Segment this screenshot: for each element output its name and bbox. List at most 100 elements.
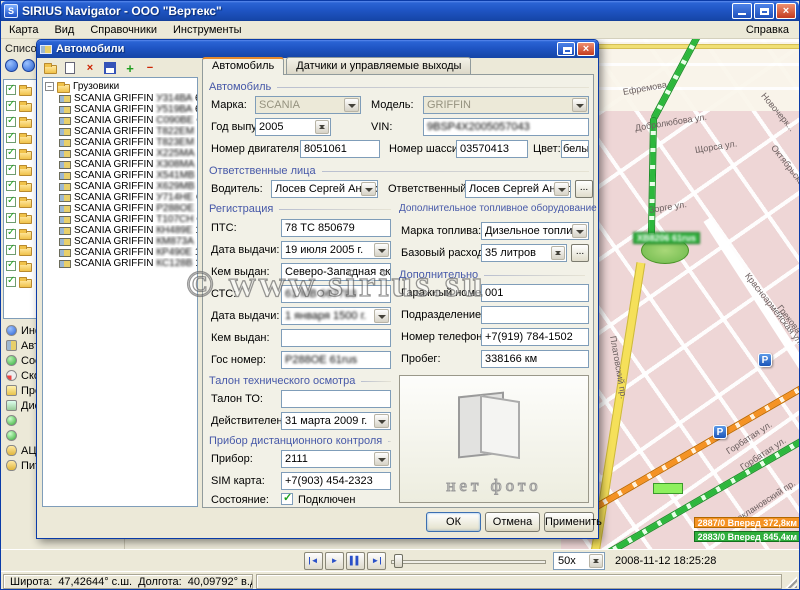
garage-field[interactable]: 001 xyxy=(481,284,589,302)
vehicle-tab-page: Автомобиль Марка: SCANIA Модель: GRIFFIN… xyxy=(202,74,594,508)
spinner-icon[interactable] xyxy=(315,120,329,134)
menu-item-3[interactable]: Инструменты xyxy=(165,22,250,38)
menu-item-0[interactable]: Карта xyxy=(1,22,46,38)
pts-issuer-field[interactable]: Северо-Западная акционерная xyxy=(281,263,391,281)
sts-date-picker[interactable]: 1 января 1500 г. xyxy=(281,307,391,325)
remove-button[interactable]: − xyxy=(142,61,158,76)
tree-item-vehicle[interactable]: SCANIA GRIFFIN У714НЕ 61rus xyxy=(45,192,197,203)
tree-item-label: SCANIA GRIFFIN Т822ЕМ 61rus xyxy=(74,126,197,137)
tree-item-vehicle[interactable]: SCANIA GRIFFIN Т822ЕМ 61rus xyxy=(45,126,197,137)
tree-item-vehicle[interactable]: SCANIA GRIFFIN Х629МВ 61rus xyxy=(45,181,197,192)
division-field[interactable] xyxy=(481,306,589,324)
vin-field[interactable]: 9BSP4X2005057043 xyxy=(423,118,589,136)
driver-label: Водитель: xyxy=(211,183,263,195)
vehicle-plate-badge[interactable]: ХВ8206 61rus xyxy=(633,232,700,244)
menu-item-2[interactable]: Справочники xyxy=(82,22,165,38)
input-led-icon xyxy=(6,415,17,426)
close-button[interactable]: × xyxy=(776,3,796,19)
minimize-button[interactable] xyxy=(732,3,752,19)
play-button[interactable]: ► xyxy=(325,552,344,570)
chevron-down-icon[interactable] xyxy=(572,224,587,238)
chevron-down-icon[interactable] xyxy=(554,182,569,196)
speed-stepper[interactable]: 50x xyxy=(553,552,605,570)
tree-item-vehicle[interactable]: SCANIA GRIFFIN Т107СН 61rus xyxy=(45,214,197,225)
timeline-slider[interactable] xyxy=(391,553,546,569)
menu-item-1[interactable]: Вид xyxy=(46,22,82,38)
fuel-rate-stepper[interactable]: 35 литров xyxy=(481,244,567,262)
brand-combo[interactable]: SCANIA xyxy=(255,96,361,114)
chevron-down-icon[interactable] xyxy=(344,98,359,112)
fuel-brand-combo[interactable]: Дизельное топливо xyxy=(481,222,589,240)
checkbox-icon xyxy=(6,261,16,271)
truck-icon xyxy=(59,194,71,202)
parking-icon[interactable]: P xyxy=(713,425,727,439)
tree-root-group[interactable]: − Грузовики xyxy=(45,80,197,93)
sidebar-filter-button[interactable] xyxy=(22,59,35,72)
model-combo[interactable]: GRIFFIN xyxy=(423,96,589,114)
chevron-down-icon[interactable] xyxy=(374,243,389,257)
tree-item-vehicle[interactable]: SCANIA GRIFFIN КН489Е 161rus xyxy=(45,225,197,236)
tree-item-vehicle[interactable]: SCANIA GRIFFIN КР490Е 161rus xyxy=(45,247,197,258)
mileage-field[interactable]: 338166 км xyxy=(481,350,589,368)
chevron-down-icon[interactable] xyxy=(361,182,376,196)
engine-field[interactable]: 8051061 xyxy=(300,140,380,158)
ok-button[interactable]: ОК xyxy=(426,512,481,532)
spinner-icon[interactable] xyxy=(589,554,603,568)
dialog-close-button[interactable]: × xyxy=(577,42,595,56)
chevron-down-icon[interactable] xyxy=(374,452,389,466)
responsible-combo[interactable]: Лосев Сергей Анатольевич xyxy=(465,180,571,198)
tree-item-vehicle[interactable]: SCANIA GRIFFIN КМ873А 161rus xyxy=(45,236,197,247)
spinner-icon[interactable] xyxy=(551,246,565,260)
device-combo[interactable]: 2111 xyxy=(281,450,391,468)
save-button[interactable] xyxy=(102,61,118,76)
tree-item-vehicle[interactable]: SCANIA GRIFFIN Т823ЕМ 61rus xyxy=(45,137,197,148)
skip-end-button[interactable]: ►| xyxy=(367,552,386,570)
plate-number-field[interactable]: Р288ОЕ 61rus xyxy=(281,351,391,369)
pts-date-picker[interactable]: 19 июля 2005 г. xyxy=(281,241,391,259)
pts-field[interactable]: 78 ТС 850679 xyxy=(281,219,391,237)
parking-icon[interactable]: P xyxy=(758,353,772,367)
new-page-icon xyxy=(65,62,75,74)
tree-item-vehicle[interactable]: SCANIA GRIFFIN Х541МВ 61rus xyxy=(45,170,197,181)
connected-checkbox[interactable] xyxy=(281,493,293,505)
maximize-button[interactable] xyxy=(754,3,774,19)
cancel-button[interactable]: Отмена xyxy=(485,512,540,532)
resize-grip[interactable] xyxy=(785,576,797,588)
sim-field[interactable]: +7(903) 454-2323 xyxy=(281,472,391,490)
valid-until-picker[interactable]: 31 марта 2009 г. xyxy=(281,412,391,430)
tree-item-vehicle[interactable]: SCANIA GRIFFIN У314ВА 61rus xyxy=(45,93,197,104)
chevron-down-icon[interactable] xyxy=(572,98,587,112)
tree-item-vehicle[interactable]: SCANIA GRIFFIN Х225МА 61rus xyxy=(45,148,197,159)
tree-item-vehicle[interactable]: SCANIA GRIFFIN С090ВЕ 61rus xyxy=(45,115,197,126)
apply-button[interactable]: Применить xyxy=(544,512,594,532)
driver-combo[interactable]: Лосев Сергей Анатольевич xyxy=(271,180,378,198)
sidebar-view-button[interactable] xyxy=(5,59,18,72)
add-button[interactable]: + xyxy=(122,61,138,76)
tree-item-vehicle[interactable]: SCANIA GRIFFIN КС128В 161rus xyxy=(45,258,197,269)
year-stepper[interactable]: 2005 xyxy=(255,118,331,136)
fuel-browse-button[interactable]: ... xyxy=(571,244,589,262)
color-field[interactable]: белый xyxy=(561,140,589,158)
tree-item-vehicle[interactable]: SCANIA GRIFFIN Х308МА 61rus xyxy=(45,159,197,170)
pause-button[interactable]: ▌▌ xyxy=(346,552,365,570)
slider-thumb[interactable] xyxy=(394,554,403,568)
dialog-maximize-button[interactable] xyxy=(557,42,575,56)
sts-issuer-field[interactable] xyxy=(281,329,391,347)
skip-start-button[interactable]: |◄ xyxy=(304,552,323,570)
chevron-down-icon[interactable] xyxy=(374,309,389,323)
tab-vehicle[interactable]: Автомобиль xyxy=(202,57,284,75)
tree-item-vehicle[interactable]: SCANIA GRIFFIN Р288ОЕ 61rus xyxy=(45,203,197,214)
ticket-field[interactable] xyxy=(281,390,391,408)
responsible-browse-button[interactable]: ... xyxy=(575,180,593,198)
chevron-down-icon[interactable] xyxy=(374,414,389,428)
tab-sensors[interactable]: Датчики и управляемые выходы xyxy=(286,57,471,74)
chassis-field[interactable]: 03570413 xyxy=(456,140,528,158)
menu-help[interactable]: Справка xyxy=(736,22,799,38)
add-group-button[interactable] xyxy=(42,61,58,76)
phone-field[interactable]: +7(919) 784-1502 xyxy=(481,328,589,346)
delete-button[interactable]: × xyxy=(82,61,98,76)
sts-field[interactable]: 61 МВ 667788 xyxy=(281,285,391,303)
collapse-icon[interactable]: − xyxy=(45,82,54,91)
new-item-button[interactable] xyxy=(62,61,78,76)
tree-item-vehicle[interactable]: SCANIA GRIFFIN У519ВА 61rus xyxy=(45,104,197,115)
